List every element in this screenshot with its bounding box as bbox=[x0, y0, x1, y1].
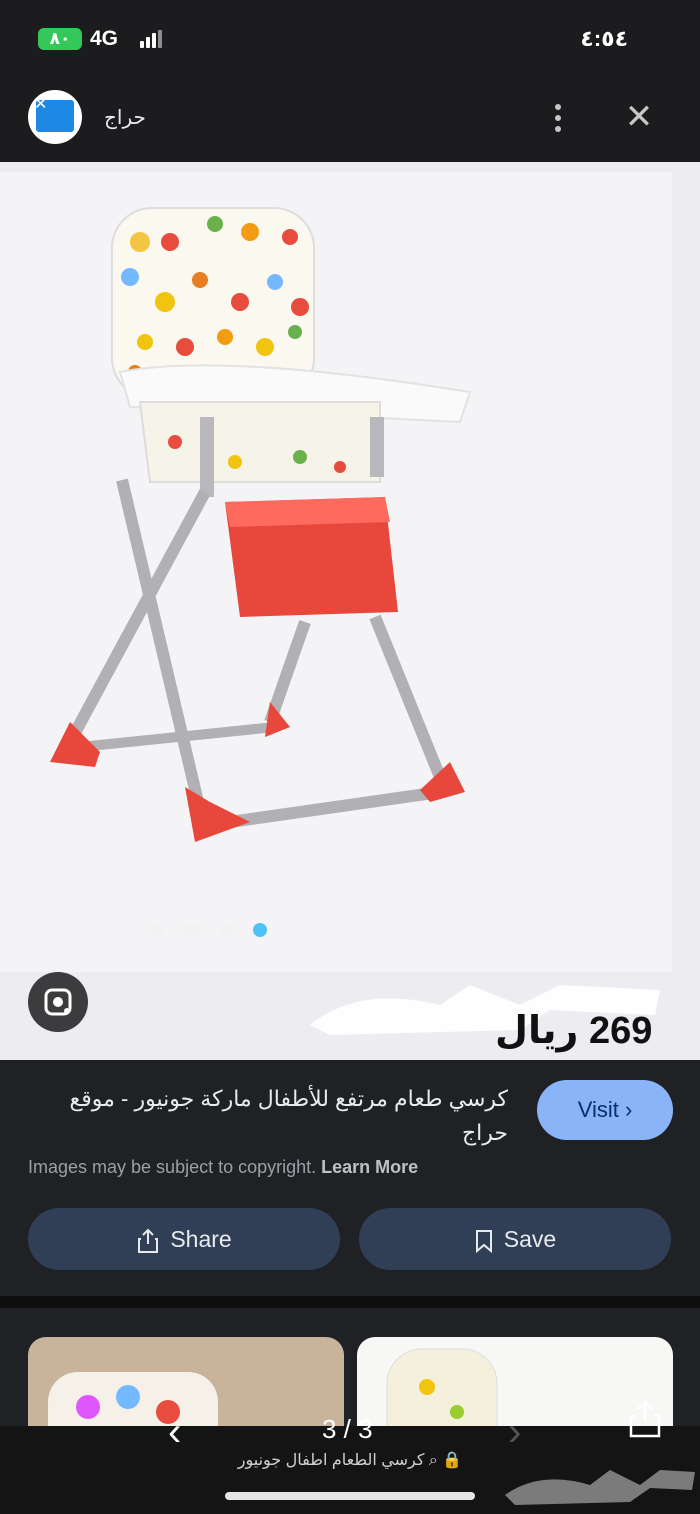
carousel-dot[interactable] bbox=[220, 923, 234, 937]
visit-label: Visit bbox=[577, 1097, 619, 1122]
section-divider bbox=[0, 1296, 700, 1308]
learn-more-link[interactable]: Learn More bbox=[321, 1157, 418, 1177]
carousel-dots bbox=[150, 920, 280, 940]
carousel-dot[interactable] bbox=[150, 923, 164, 937]
close-icon[interactable]: ✕ bbox=[622, 100, 656, 134]
share-icon bbox=[138, 1228, 159, 1253]
carousel-dot-active[interactable] bbox=[253, 923, 267, 937]
forward-icon[interactable]: › bbox=[508, 1410, 521, 1455]
product-image[interactable] bbox=[0, 162, 700, 1060]
share-button[interactable]: Share bbox=[28, 1208, 340, 1270]
share-tab-icon[interactable] bbox=[628, 1398, 662, 1440]
visit-button[interactable]: Visit › bbox=[537, 1080, 673, 1140]
page-counter: 3 / 3 bbox=[322, 1414, 373, 1444]
url-text: كرسي الطعام اطفال جونيور bbox=[237, 1452, 425, 1469]
network-label: 4G bbox=[90, 27, 119, 50]
copyright-notice: Images may be subject to copyright. Lear… bbox=[28, 1157, 418, 1178]
back-icon[interactable]: ‹ bbox=[168, 1410, 181, 1455]
lock-icon: 🔒 bbox=[442, 1452, 463, 1469]
google-lens-icon[interactable] bbox=[28, 972, 88, 1032]
result-title[interactable]: كرسي طعام مرتفع للأطفال ماركة جونيور - م… bbox=[28, 1082, 508, 1150]
haraj-watermark-bottom bbox=[505, 1470, 695, 1505]
more-vert-icon[interactable] bbox=[548, 102, 568, 134]
haraj-logo-icon[interactable]: ✕ bbox=[28, 90, 82, 144]
high-chair-illustration bbox=[0, 162, 700, 1060]
signal-icon bbox=[140, 30, 164, 48]
status-clock: ٤:٥٤ bbox=[580, 26, 628, 51]
price-text: 269 ريال bbox=[495, 1010, 653, 1052]
home-indicator[interactable] bbox=[225, 1492, 475, 1500]
carousel-dot[interactable] bbox=[185, 923, 199, 937]
battery-indicator: ٨٠ bbox=[38, 28, 82, 50]
share-label: Share bbox=[170, 1226, 232, 1252]
save-label: Save bbox=[503, 1226, 557, 1252]
bookmark-icon bbox=[475, 1229, 492, 1253]
save-button[interactable]: Save bbox=[359, 1208, 671, 1270]
search-icon: ⌕ bbox=[428, 1452, 438, 1469]
copyright-text: Images may be subject to copyright. bbox=[28, 1157, 317, 1177]
site-name: حراج bbox=[104, 107, 146, 129]
address-bar[interactable]: 🔒 ⌕ كرسي الطعام اطفال جونيور bbox=[150, 1450, 550, 1470]
chevron-right-icon: › bbox=[624, 1097, 633, 1122]
